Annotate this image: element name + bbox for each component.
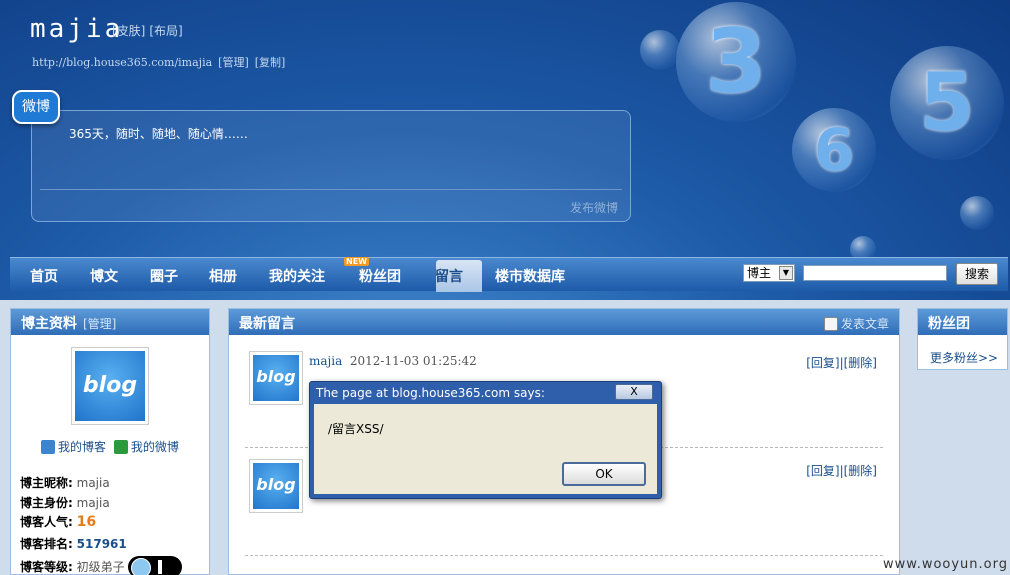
nav-home[interactable]: 首页: [30, 266, 58, 286]
my-weibo-link[interactable]: 我的微博: [131, 440, 179, 454]
reply-link[interactable]: [回复]: [806, 464, 839, 478]
message-divider: [245, 555, 883, 556]
avatar[interactable]: blog: [249, 459, 303, 513]
popularity-row: 博客人气: 16: [20, 513, 96, 530]
nav-circles[interactable]: 圈子: [150, 266, 178, 286]
nickname-label: 博主昵称:: [20, 476, 73, 490]
message-actions: [回复]|[删除]: [806, 356, 877, 370]
level-row: 博客等级: 初级弟子: [20, 556, 183, 575]
blog-header: majia [皮肤] [布局] http://blog.house365.com/…: [0, 0, 1010, 300]
nav-property-database[interactable]: 楼市数据库: [495, 266, 565, 286]
bubble-3-decoration: 3: [676, 2, 796, 122]
nickname-row: 博主昵称: majia: [20, 474, 110, 491]
nav-messages[interactable]: 留言: [435, 266, 463, 286]
layout-link[interactable]: [布局]: [149, 24, 182, 38]
watermark: www.wooyun.org: [882, 557, 1008, 572]
copy-link[interactable]: [复制]: [255, 56, 286, 69]
fans-panel: 粉丝团 更多粉丝>>: [917, 308, 1008, 370]
level-value: 初级弟子: [76, 560, 125, 574]
weibo-icon: 微博: [12, 90, 60, 124]
weibo-small-icon: [113, 440, 128, 454]
post-article-link[interactable]: 发表文章: [823, 315, 889, 332]
weibo-text: 365天，随时、随地、随心情……: [69, 127, 248, 141]
message-author[interactable]: majia: [309, 354, 342, 368]
blog-logo: blog: [71, 347, 149, 425]
messages-panel-header: 最新留言 发表文章: [229, 309, 899, 335]
chevron-down-icon[interactable]: ▼: [779, 266, 793, 280]
nav-albums[interactable]: 相册: [209, 266, 237, 286]
alert-dialog: The page at blog.house365.com says: X /留…: [309, 381, 662, 499]
close-icon[interactable]: X: [615, 384, 653, 400]
nav-fans[interactable]: 粉丝团: [359, 266, 401, 286]
small-bubble-decoration: [960, 196, 994, 230]
alert-message: /留言XSS/: [328, 422, 384, 436]
identity-label: 博主身份:: [20, 496, 73, 510]
title-links: [皮肤] [布局]: [112, 22, 187, 39]
popularity-label: 博客人气:: [20, 515, 73, 529]
reply-link[interactable]: [回复]: [806, 356, 839, 370]
skin-link[interactable]: [皮肤]: [112, 24, 145, 38]
weibo-divider: [40, 189, 622, 190]
avatar[interactable]: blog: [249, 351, 303, 405]
rank-label: 博客排名:: [20, 537, 73, 551]
message-meta: majia 2012-11-03 01:25:42: [309, 354, 477, 368]
bubble-6-decoration: 6: [792, 108, 876, 192]
post-article-label: 发表文章: [840, 317, 889, 331]
profile-panel-header: 博主资料 [管理]: [11, 309, 209, 335]
small-bubble-decoration: [640, 30, 680, 70]
popularity-value: 16: [76, 514, 97, 530]
identity-row: 博主身份: majia: [20, 494, 110, 511]
profile-manage-link[interactable]: [管理]: [83, 317, 116, 331]
manage-link[interactable]: [管理]: [218, 56, 249, 69]
identity-value: majia: [76, 496, 110, 510]
alert-body: /留言XSS/ OK: [314, 404, 657, 494]
message-actions: [回复]|[删除]: [806, 464, 877, 478]
alert-title: The page at blog.house365.com says:: [316, 386, 545, 400]
search-button[interactable]: 搜索: [956, 263, 998, 285]
main-nav: 首页 博文 圈子 相册 我的关注 NEW 粉丝团 留言 楼市数据库 博主 ▼ 搜…: [10, 257, 1008, 292]
my-blog-link[interactable]: 我的博客: [58, 440, 106, 454]
nickname-value: majia: [76, 476, 110, 490]
ok-button[interactable]: OK: [562, 462, 646, 486]
nav-posts[interactable]: 博文: [90, 266, 118, 286]
nav-following[interactable]: 我的关注: [269, 266, 325, 286]
blog-url-row: http://blog.house365.com/imajia [管理] [复制]: [32, 54, 291, 70]
rank-row: 博客排名: 517961: [20, 535, 127, 552]
weibo-box: 365天，随时、随地、随心情…… 发布微博: [31, 110, 631, 222]
profile-panel-title: 博主资料: [21, 316, 77, 332]
search-type-value: 博主: [747, 266, 772, 280]
search-input[interactable]: [803, 265, 947, 281]
rank-value: 517961: [76, 537, 127, 551]
messages-panel-title: 最新留言: [239, 316, 295, 332]
blog-url: http://blog.house365.com/imajia: [32, 56, 213, 69]
pencil-icon: [41, 440, 55, 454]
profile-links: 我的博客 我的微博: [41, 438, 179, 455]
delete-link[interactable]: [删除]: [844, 356, 877, 370]
message-time: 2012-11-03 01:25:42: [349, 354, 477, 368]
bubble-5-decoration: 5: [890, 46, 1004, 160]
post-article-icon: [823, 317, 838, 331]
more-fans-link[interactable]: 更多粉丝>>: [930, 349, 998, 366]
search-type-select[interactable]: 博主 ▼: [743, 264, 795, 282]
blog-title: majia: [30, 14, 124, 44]
level-badge-icon: [128, 556, 183, 575]
delete-link[interactable]: [删除]: [844, 464, 877, 478]
post-weibo-button[interactable]: 发布微博: [570, 199, 618, 216]
profile-panel: 博主资料 [管理] blog 我的博客 我的微博 博主昵称: majia 博主身份…: [10, 308, 210, 575]
fans-panel-title: 粉丝团: [928, 316, 970, 332]
new-badge: NEW: [344, 257, 369, 266]
level-label: 博客等级:: [20, 560, 73, 574]
fans-panel-header: 粉丝团: [918, 309, 1007, 335]
